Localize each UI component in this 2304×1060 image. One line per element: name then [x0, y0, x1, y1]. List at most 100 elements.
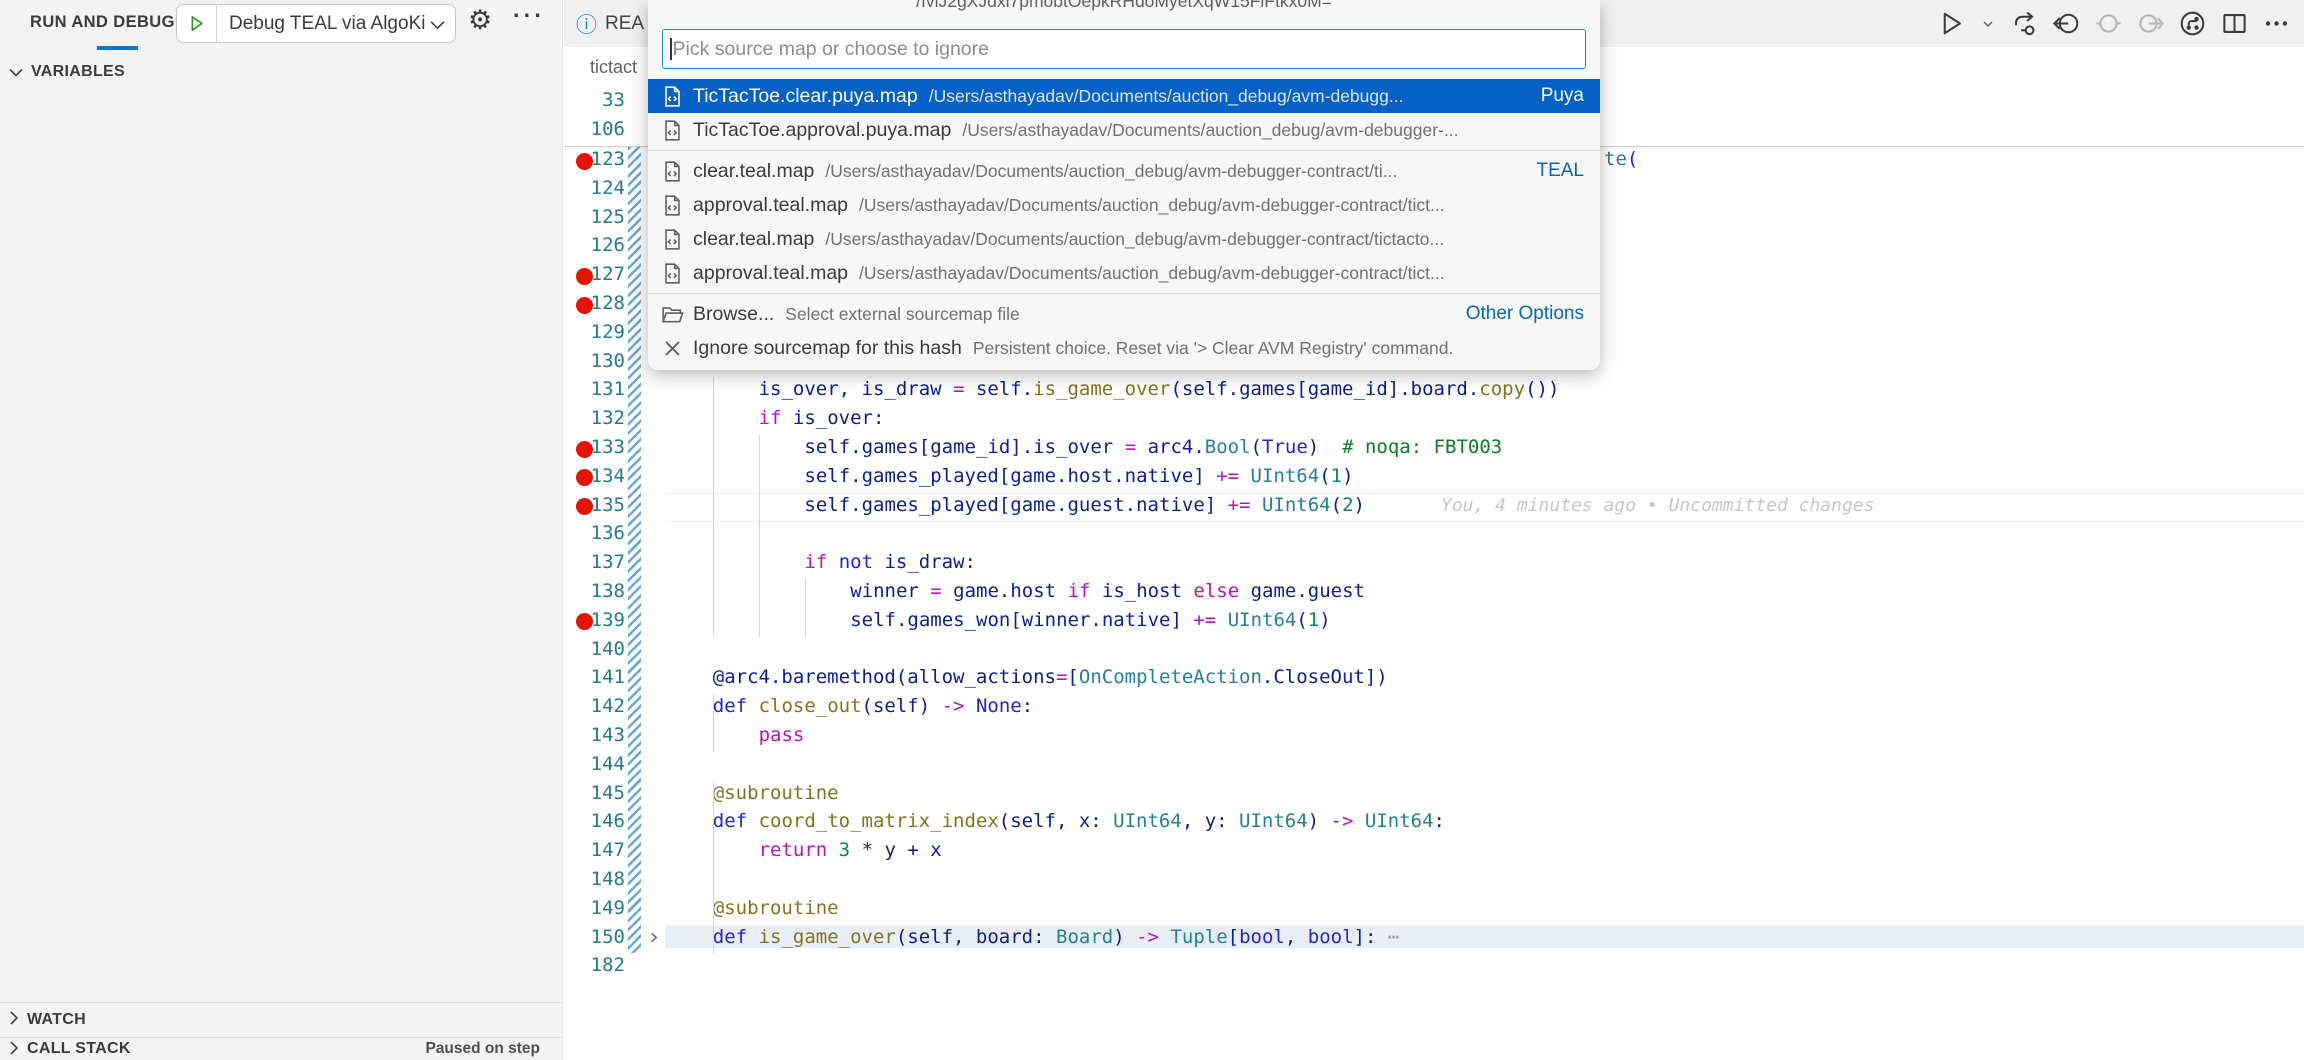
- quickpick-item-description: /Users/asthayadav/Documents/auction_debu…: [929, 86, 1527, 107]
- line-number: 136: [564, 522, 625, 544]
- code-token: is_game_over: [1033, 378, 1170, 400]
- quickpick-input[interactable]: Pick source map or choose to ignore: [662, 29, 1586, 69]
- quickpick-item-label: Ignore sourcemap for this hash: [693, 337, 962, 360]
- code-token: ->: [1331, 810, 1354, 832]
- line-number: 125: [564, 206, 625, 228]
- watch-section-header[interactable]: WATCH: [0, 1002, 562, 1036]
- code-token: game.guest: [1239, 580, 1365, 602]
- quickpick-item-description: /Users/asthayadav/Documents/auction_debu…: [825, 161, 1522, 182]
- code-line-text: self.games[game_id].is_over = arc4.Bool(…: [665, 436, 2304, 458]
- code-token: ): [1308, 810, 1331, 832]
- file-code-icon: [661, 160, 684, 183]
- code-token: @arc4.baremethod(allow_actions: [713, 666, 1056, 688]
- quickpick-item[interactable]: approval.teal.map/Users/asthayadav/Docum…: [648, 188, 1600, 222]
- folder-icon: [661, 303, 684, 326]
- code-line-143[interactable]: 143pass: [564, 723, 2304, 752]
- sidebar-title: RUN AND DEBUG: [30, 13, 175, 32]
- quickpick-group-label[interactable]: Other Options: [1466, 303, 1584, 325]
- code-line-150[interactable]: 150def is_game_over(self, board: Board) …: [564, 925, 2304, 954]
- code-line-145[interactable]: 145@subroutine: [564, 781, 2304, 810]
- code-token: copy: [1479, 378, 1525, 400]
- code-token: (self.games[game_id].board.: [1170, 378, 1479, 400]
- code-token: ): [1342, 465, 1353, 487]
- code-line-142[interactable]: 142def close_out(self) -> None:: [564, 694, 2304, 723]
- code-token: Board: [1056, 926, 1113, 948]
- code-token: +=: [1228, 494, 1251, 516]
- line-number: 126: [564, 234, 625, 256]
- code-token: [: [1228, 926, 1239, 948]
- code-token: (: [1627, 148, 1638, 170]
- quickpick-item[interactable]: TicTacToe.approval.puya.map/Users/asthay…: [648, 113, 1600, 147]
- line-number: 148: [564, 868, 625, 890]
- code-token: UInt64: [1113, 810, 1182, 832]
- line-number: 131: [564, 378, 625, 400]
- code-token: [964, 695, 975, 717]
- code-line-text: is_over, is_draw = self.is_game_over(sel…: [665, 378, 2304, 400]
- code-token: 1: [1308, 609, 1319, 631]
- start-debugging-icon[interactable]: [177, 5, 217, 42]
- code-token: UInt64: [1262, 494, 1331, 516]
- quickpick-item[interactable]: approval.teal.map/Users/asthayadav/Docum…: [648, 256, 1600, 290]
- code-token: (self, board:: [896, 926, 1056, 948]
- code-line-132[interactable]: 132if is_over:: [564, 406, 2304, 435]
- code-line-139[interactable]: 139self.games_won[winner.native] += UInt…: [564, 608, 2304, 637]
- code-line-134[interactable]: 134self.games_played[game.host.native] +…: [564, 464, 2304, 493]
- code-line-140[interactable]: 140: [564, 637, 2304, 666]
- fold-collapsed-icon[interactable]: [646, 930, 661, 950]
- quickpick-item[interactable]: TicTacToe.clear.puya.map/Users/asthayada…: [648, 79, 1600, 113]
- code-token: @subroutine: [713, 897, 839, 919]
- code-line-131[interactable]: 131 is_over, is_draw = self.is_game_over(…: [564, 377, 2304, 406]
- quickpick-item[interactable]: Ignore sourcemap for this hashPersistent…: [648, 331, 1600, 365]
- code-token: self.games_won[winner.native]: [850, 609, 1193, 631]
- code-line-136[interactable]: 136: [564, 521, 2304, 550]
- code-token: ]:: [1354, 926, 1377, 948]
- line-number: 147: [564, 839, 625, 861]
- quickpick-item[interactable]: Browse...Select external sourcemap fileO…: [648, 297, 1600, 331]
- quickpick-item[interactable]: clear.teal.map/Users/asthayadav/Document…: [648, 154, 1600, 188]
- quickpick-item-label: clear.teal.map: [693, 228, 814, 251]
- code-line-133[interactable]: 133self.games[game_id].is_over = arc4.Bo…: [564, 435, 2304, 464]
- code-token: self.games_played[game.guest.native]: [804, 494, 1227, 516]
- launch-config-dropdown[interactable]: Debug TEAL via AlgoKi: [176, 4, 456, 43]
- code-token: +=: [1193, 609, 1216, 631]
- call-stack-label: CALL STACK: [27, 1040, 131, 1058]
- variables-section-header[interactable]: VARIABLES: [0, 56, 562, 88]
- quickpick-item[interactable]: clear.teal.map/Users/asthayadav/Document…: [648, 222, 1600, 256]
- code-token: is_host: [1090, 580, 1193, 602]
- line-number: 128: [564, 292, 625, 314]
- code-token: not: [839, 551, 873, 573]
- line-number: 146: [564, 810, 625, 832]
- line-number: 139: [564, 609, 625, 631]
- active-view-indicator: [97, 46, 138, 50]
- code-line-148[interactable]: 148: [564, 867, 2304, 896]
- code-line-135[interactable]: 135self.games_played[game.guest.native] …: [564, 493, 2304, 522]
- code-token: winner: [850, 580, 930, 602]
- code-token: True: [1262, 436, 1308, 458]
- code-line-text: self.games_played[game.host.native] += U…: [665, 465, 2304, 487]
- code-line-149[interactable]: 149@subroutine: [564, 896, 2304, 925]
- code-line-138[interactable]: 138winner = game.host if is_host else ga…: [564, 579, 2304, 608]
- code-token: game.host: [942, 580, 1068, 602]
- file-code-icon: [661, 228, 684, 251]
- code-token: .CloseOut]): [1262, 666, 1388, 688]
- code-token: 2: [1342, 494, 1353, 516]
- code-line-147[interactable]: 147return 3 * y + x: [564, 838, 2304, 867]
- line-number: 137: [564, 551, 625, 573]
- code-token: ): [1113, 926, 1136, 948]
- code-token: =: [1056, 666, 1067, 688]
- code-line-text: def close_out(self) -> None:: [665, 695, 2304, 717]
- code-token: =: [930, 580, 941, 602]
- quickpick-item-label: approval.teal.map: [693, 262, 848, 285]
- code-line-137[interactable]: 137if not is_draw:: [564, 550, 2304, 579]
- code-token: is_game_over: [759, 926, 896, 948]
- code-line-144[interactable]: 144: [564, 752, 2304, 781]
- code-token: def: [713, 926, 759, 948]
- run-and-debug-sidebar: RUN AND DEBUG Debug TEAL via AlgoKi ⚙ ··…: [0, 0, 563, 1060]
- code-token: # noqa: FBT003: [1342, 436, 1502, 458]
- sidebar-more-actions-icon[interactable]: ···: [513, 2, 545, 29]
- code-line-146[interactable]: 146def coord_to_matrix_index(self, x: UI…: [564, 809, 2304, 838]
- code-line-141[interactable]: 141@arc4.baremethod(allow_actions=[OnCom…: [564, 665, 2304, 694]
- code-token: if: [1068, 580, 1091, 602]
- code-line-182[interactable]: 182: [564, 953, 2304, 982]
- gear-icon[interactable]: ⚙: [468, 5, 492, 36]
